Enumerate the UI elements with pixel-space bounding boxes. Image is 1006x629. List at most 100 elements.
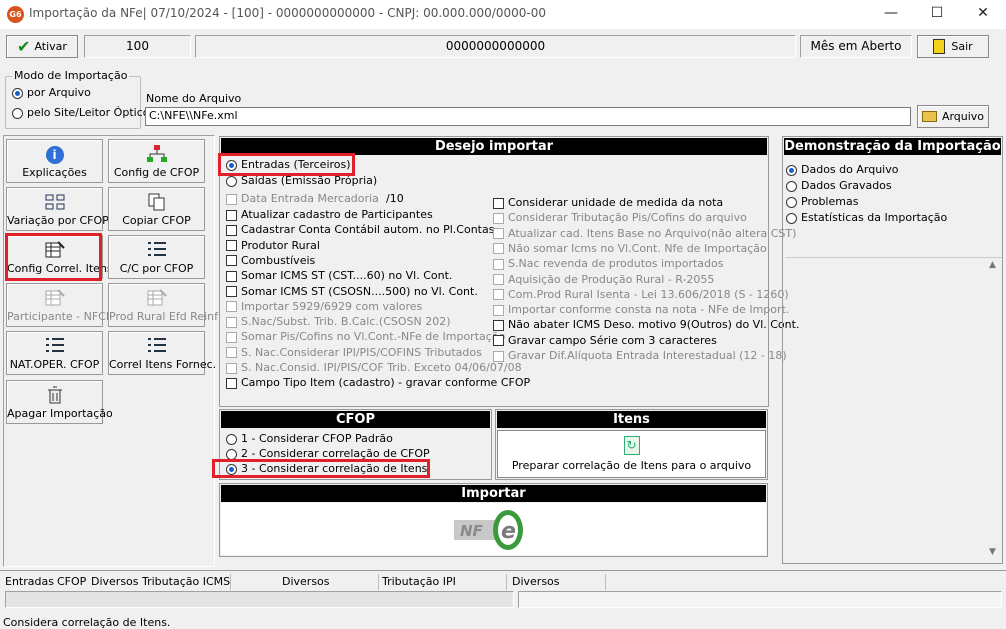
option-checkbox[interactable]: Aquisição de Produção Rural - R-2055 <box>493 273 714 287</box>
file-name-label: Nome do Arquivo <box>146 92 242 105</box>
tool-participante-nfce[interactable]: Participante - NFCE <box>6 283 113 327</box>
close-button[interactable]: ✕ <box>960 0 1006 29</box>
demo-list-area <box>785 257 1002 563</box>
option-checkbox[interactable]: Gravar Dif.Alíquota Entrada Interestadua… <box>493 349 787 363</box>
checkbox-icon <box>226 270 237 282</box>
tool-label: Config Correl. Itens <box>7 262 113 275</box>
radio-icon <box>786 180 797 192</box>
option-checkbox[interactable]: S.Nac revenda de produtos importados <box>493 257 723 271</box>
option-checkbox[interactable]: Atualizar cad. Itens Base no Arquivo(não… <box>493 227 796 241</box>
tool-variacao-cfop[interactable]: Variação por CFOP <box>6 187 109 231</box>
radio-cfop-padrao[interactable]: 1 - Considerar CFOP Padrão <box>226 432 393 446</box>
option-checkbox[interactable]: Não abater ICMS Deso. motivo 9(Outros) d… <box>493 318 799 332</box>
tool-nat-oper-cfop[interactable]: NAT.OPER. CFOP <box>6 331 103 375</box>
option-checkbox[interactable]: Importar conforme consta na nota - NFe d… <box>493 303 789 317</box>
summary-tributacao-ipi: Tributação IPI <box>382 575 456 588</box>
refresh-document-icon: ↻ <box>623 436 640 455</box>
tool-apagar-importacao[interactable]: Apagar Importação <box>6 380 113 424</box>
tool-cc-cfop[interactable]: C/C por CFOP <box>108 235 205 279</box>
option-checkbox[interactable]: Campo Tipo Item (cadastro) - gravar conf… <box>226 376 530 390</box>
maximize-button[interactable]: ☐ <box>914 0 960 29</box>
option-checkbox[interactable]: Atualizar cadastro de Participantes <box>226 208 433 222</box>
option-checkbox[interactable]: Somar ICMS ST (CSOSN....500) no Vl. Cont… <box>226 285 478 299</box>
edit-table-icon <box>44 240 66 260</box>
option-checkbox[interactable]: Cadastrar Conta Contábil autom. no Pl.Co… <box>226 223 494 237</box>
checkbox-icon <box>493 319 504 331</box>
summary-tributacao-icms: Tributação ICMS <box>142 575 231 588</box>
trash-icon <box>44 385 66 405</box>
check-data-entrada[interactable]: Data Entrada Mercadoria <box>226 192 379 206</box>
import-mode-group <box>5 76 141 129</box>
scroll-up-icon[interactable]: ▲ <box>985 260 1000 274</box>
import-mode-site-radio[interactable]: pelo Site/Leitor Óptico <box>12 106 149 120</box>
minimize-button[interactable]: — <box>868 0 914 29</box>
list-icon <box>44 336 66 356</box>
option-checkbox[interactable]: Somar ICMS ST (CST....60) no Vl. Cont. <box>226 269 452 283</box>
list-icon <box>146 336 168 356</box>
checkbox-icon <box>493 197 504 209</box>
tool-prod-rural-efd[interactable]: Prod Rural Efd Reinf <box>108 283 218 327</box>
radio-estatisticas[interactable]: Estatísticas da Importação <box>786 211 947 225</box>
radio-dados-gravados[interactable]: Dados Gravados <box>786 179 892 193</box>
checkbox-icon <box>226 331 237 343</box>
preparar-correlacao-button[interactable]: ↻ Preparar correlação de Itens para o ar… <box>497 430 766 478</box>
tool-explicacoes[interactable]: i Explicações <box>6 139 103 183</box>
radio-cfop-correlacao[interactable]: 2 - Considerar correlação de CFOP <box>226 447 430 461</box>
option-checkbox[interactable]: S. Nac.Consid. IPI/PIS/COF Trib. Exceto … <box>226 361 522 375</box>
checkbox-icon <box>493 228 504 240</box>
option-checkbox[interactable]: Combustíveis <box>226 254 315 268</box>
option-checkbox[interactable]: Com.Prod Rural Isenta - Lei 13.606/2018 … <box>493 288 789 302</box>
checkbox-icon <box>226 301 237 313</box>
option-label: Com.Prod Rural Isenta - Lei 13.606/2018 … <box>508 287 789 301</box>
radio-correlacao-itens[interactable]: 3 - Considerar correlação de Itens <box>226 462 427 476</box>
importar-title: Importar <box>221 485 766 502</box>
tool-copiar-cfop[interactable]: Copiar CFOP <box>108 187 205 231</box>
radio-icon <box>12 87 23 99</box>
option-checkbox[interactable]: S.Nac/Subst. Trib. B.Calc.(CSOSN 202) <box>226 315 451 329</box>
sair-button[interactable]: Sair <box>917 35 989 58</box>
option-checkbox[interactable]: S. Nac.Considerar IPI/PIS/COFINS Tributa… <box>226 346 482 360</box>
option-checkbox[interactable]: Considerar Tributação Pis/Cofins do arqu… <box>493 211 747 225</box>
tool-config-cfop[interactable]: Config de CFOP <box>108 139 205 183</box>
tool-label: Apagar Importação <box>7 407 113 420</box>
radio-saidas[interactable]: Saídas (Emissão Própria) <box>226 174 377 188</box>
option-label: Gravar Dif.Alíquota Entrada Interestadua… <box>508 349 787 362</box>
ativar-button[interactable]: ✔ Ativar <box>6 35 78 58</box>
arquivo-button[interactable]: Arquivo <box>917 105 989 128</box>
itens-title: Itens <box>497 411 766 428</box>
date-entrada-field[interactable]: /10 <box>376 190 410 207</box>
checkbox-icon <box>493 212 504 224</box>
option-checkbox[interactable]: Não somar Icms no Vl.Cont. Nfe de Import… <box>493 242 767 256</box>
option-label: Campo Tipo Item (cadastro) - gravar conf… <box>241 376 531 390</box>
radio-icon <box>226 433 237 445</box>
folder-open-icon <box>921 111 937 122</box>
radio-dados-arquivo[interactable]: Dados do Arquivo <box>786 163 898 177</box>
option-label: S. Nac.Consid. IPI/PIS/COF Trib. Exceto … <box>241 361 522 374</box>
checkbox-icon <box>493 304 504 316</box>
option-checkbox[interactable]: Somar Pis/Cofins no Vl.Cont.-NFe de Impo… <box>226 330 505 344</box>
tool-config-correl-itens[interactable]: Config Correl. Itens <box>6 235 113 279</box>
tool-correl-itens-fornec[interactable]: Correl Itens Fornec. <box>108 331 216 375</box>
option-label: Considerar Tributação Pis/Cofins do arqu… <box>508 211 747 225</box>
importar-button[interactable]: NF e <box>221 503 766 555</box>
checkbox-icon <box>493 289 504 301</box>
import-mode-file-radio[interactable]: por Arquivo <box>12 86 91 100</box>
option-checkbox[interactable]: Importar 5929/6929 com valores <box>226 300 422 314</box>
arquivo-label: Arquivo <box>941 110 985 123</box>
option-checkbox[interactable]: Produtor Rural <box>226 239 320 253</box>
app-logo-icon: G6 <box>7 6 24 23</box>
checkbox-icon <box>226 377 237 389</box>
radio-entradas[interactable]: Entradas (Terceiros) <box>226 158 351 172</box>
tool-label: Prod Rural Efd Reinf <box>109 310 218 323</box>
list-icon <box>146 240 168 260</box>
checkbox-icon <box>226 255 237 267</box>
radio-problemas[interactable]: Problemas <box>786 195 858 209</box>
option-checkbox[interactable]: Considerar unidade de medida da nota <box>493 196 723 210</box>
file-name-input[interactable]: C:\NFE\\NFe.xml <box>145 107 911 126</box>
option-label: Não abater ICMS Deso. motivo 9(Outros) d… <box>508 318 800 332</box>
scroll-down-icon[interactable]: ▼ <box>985 547 1000 561</box>
progress-bar-left <box>5 591 514 608</box>
option-checkbox[interactable]: Gravar campo Série com 3 caracteres <box>493 334 717 348</box>
code-field: 100 <box>84 35 191 58</box>
nfe-logo-icon: NF e <box>452 508 526 552</box>
